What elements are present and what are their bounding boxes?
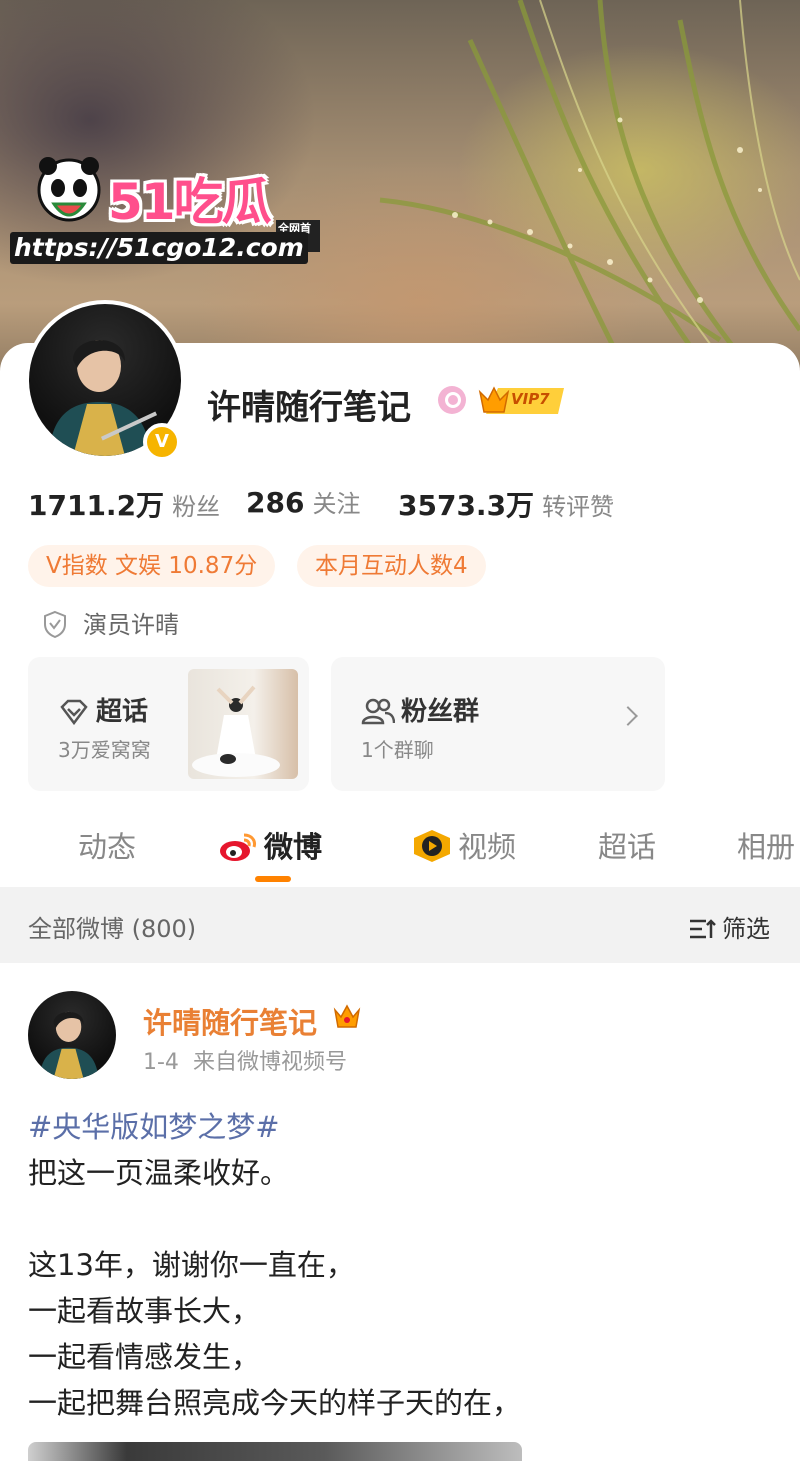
post-avatar-photo bbox=[39, 1011, 99, 1079]
stat-value: 1711.2万 bbox=[28, 489, 165, 522]
filter-label: 筛选 bbox=[722, 915, 770, 943]
stat-followers[interactable]: 1711.2万 粉丝 bbox=[28, 484, 220, 524]
interaction-tag[interactable]: 本月互动人数4 bbox=[297, 545, 486, 587]
identity-text: 演员许晴 bbox=[83, 611, 179, 639]
tab-weibo[interactable]: 微博 bbox=[218, 824, 322, 866]
post-line: 把这一页温柔收好。 bbox=[28, 1156, 290, 1190]
verified-v-icon: V bbox=[143, 423, 181, 461]
filter-button[interactable]: 筛选 bbox=[688, 909, 770, 944]
pink-search-badge-icon[interactable] bbox=[438, 386, 466, 414]
active-tab-indicator bbox=[255, 876, 291, 882]
post-line: 一起看情感发生， bbox=[28, 1340, 261, 1374]
filter-icon bbox=[690, 919, 716, 939]
filter-bar: 全部微博 (800) 筛选 bbox=[0, 887, 800, 963]
tab-video-label: 视频 bbox=[458, 830, 517, 864]
watermark: 51吃瓜 全网首发 https://51cgo12.com bbox=[10, 150, 320, 268]
panda-icon bbox=[37, 157, 101, 222]
post-author[interactable]: 许晴随行笔记 bbox=[143, 1000, 317, 1042]
post-image[interactable] bbox=[28, 1442, 522, 1461]
crown-icon bbox=[333, 1004, 361, 1028]
watermark-url: https://51cgo12.com bbox=[10, 232, 308, 264]
stat-value: 3573.3万 bbox=[398, 489, 535, 522]
vip-label: VIP7 bbox=[511, 390, 550, 408]
shield-icon bbox=[44, 610, 66, 638]
post-hashtag[interactable]: #央华版如梦之梦# bbox=[28, 1104, 768, 1150]
dancer-figure bbox=[192, 685, 280, 777]
tab-dynamics[interactable]: 动态 bbox=[78, 824, 136, 866]
profile-tabs: 动态 微博 视频 超话 相册 bbox=[0, 818, 800, 884]
super-topic-thumbnail bbox=[188, 669, 298, 779]
fan-group-subtitle: 1个群聊 bbox=[361, 738, 434, 762]
fan-group-title-row: 粉丝群 bbox=[361, 691, 479, 728]
post-line: 这13年，谢谢你一直在， bbox=[28, 1248, 355, 1282]
super-topic-subtitle: 3万爱窝窝 bbox=[58, 738, 151, 762]
tab-video[interactable]: 视频 bbox=[412, 824, 516, 866]
stat-following[interactable]: 286 关注 bbox=[246, 484, 360, 519]
post-meta: 1-4 来自微博视频号 bbox=[143, 1044, 347, 1076]
post-source: 来自微博视频号 bbox=[192, 1050, 347, 1075]
v-index-tag[interactable]: V指数 文娱 10.87分 bbox=[28, 545, 276, 587]
profile-name: 许晴随行笔记 bbox=[207, 388, 411, 428]
group-icon bbox=[361, 698, 395, 725]
stat-label: 粉丝 bbox=[172, 493, 221, 521]
watermark-brand: 51吃瓜 bbox=[108, 173, 272, 231]
video-icon bbox=[414, 830, 450, 862]
stat-label: 转评赞 bbox=[542, 493, 615, 521]
post-line: 一起把舞台照亮成今天的样子天的在， bbox=[28, 1386, 522, 1420]
identity-line[interactable]: 演员许晴 bbox=[43, 605, 179, 640]
stat-value: 286 bbox=[246, 486, 305, 519]
tab-album[interactable]: 相册 bbox=[737, 824, 795, 866]
post-line: 一起看故事长大， bbox=[28, 1294, 261, 1328]
tab-weibo-label: 微博 bbox=[264, 830, 323, 864]
super-topic-card[interactable]: 超话 3万爱窝窝 bbox=[28, 657, 309, 791]
diamond-icon bbox=[60, 699, 88, 725]
weibo-count: 全部微博 (800) bbox=[28, 915, 197, 943]
fan-group-card[interactable]: 粉丝群 1个群聊 bbox=[331, 657, 665, 791]
post-date: 1-4 bbox=[143, 1050, 179, 1075]
chevron-right-icon bbox=[618, 706, 638, 726]
post-body: #央华版如梦之梦# 把这一页温柔收好。 这13年，谢谢你一直在， 一起看故事长大… bbox=[28, 1104, 768, 1426]
post-avatar[interactable] bbox=[28, 991, 116, 1079]
weibo-logo-icon bbox=[220, 833, 256, 861]
super-topic-title-row: 超话 bbox=[58, 691, 148, 728]
post-line-blank bbox=[28, 1196, 768, 1242]
tab-super-topic[interactable]: 超话 bbox=[598, 824, 656, 866]
stat-label: 关注 bbox=[312, 490, 361, 518]
fan-group-title: 粉丝群 bbox=[401, 697, 480, 727]
super-topic-title: 超话 bbox=[96, 697, 149, 727]
stat-reposts-likes[interactable]: 3573.3万 转评赞 bbox=[398, 484, 614, 524]
